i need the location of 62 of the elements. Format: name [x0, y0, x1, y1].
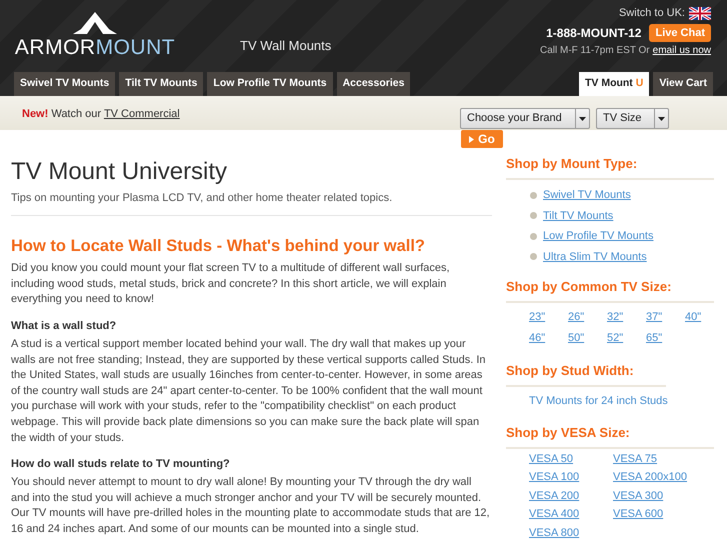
nav-tab[interactable]: TV Mount U: [578, 72, 650, 96]
tv-size-link[interactable]: 52": [607, 330, 624, 346]
section-heading: Shop by Mount Type:: [506, 156, 638, 171]
section-heading: Shop by Common TV Size:: [506, 279, 672, 294]
bullet-icon: [530, 232, 537, 240]
mount-type-link[interactable]: Tilt TV Mounts: [543, 208, 614, 224]
vesa-size-link[interactable]: VESA 200x100: [613, 469, 688, 486]
vesa-size-link[interactable]: VESA 400: [529, 506, 580, 522]
tv-size-link[interactable]: 37": [646, 309, 662, 326]
mount-type-link[interactable]: Ultra Slim TV Mounts: [543, 248, 647, 265]
vesa-size-link[interactable]: VESA 300: [613, 488, 664, 504]
vesa-size-link[interactable]: VESA 800: [529, 524, 580, 541]
section-heading: Shop by Stud Width:: [506, 363, 634, 378]
switch-region-label: Switch to UK:: [618, 6, 685, 21]
tv-size-link[interactable]: 46": [529, 330, 546, 346]
hours-text: Call M-F 11-7pm EST Or: [540, 44, 650, 58]
flag-icon: [689, 6, 711, 20]
vesa-size-link[interactable]: VESA 50: [529, 450, 574, 467]
play-icon: [469, 136, 474, 142]
tv-size-link[interactable]: 65": [646, 330, 662, 346]
answer-paragraph: A stud is a vertical support member located behind your wall. The dry wall that makes up your walls are not free standing; Instead, they are supported by these vertical supports called Studs. In the United States, wall studs are usually 16inches from center-to-center. However, in some areas of the country wall studs are 24" apart center-to-center. To be 100% confident that the wall mount you purchase will work with your studs, refer to the "compatibility checklist" on each product webpage. This will provide back plate dimensions so you can make sure the back plate will span the width of your studs.: [11, 337, 486, 446]
commercial-link[interactable]: TV Commercial: [104, 108, 180, 120]
tv-size-select[interactable]: TV Size: [596, 108, 669, 129]
logo-wordmark: ARMORMOUNT: [14, 36, 176, 60]
tv-size-link[interactable]: 26": [568, 309, 584, 326]
go-button[interactable]: Go: [461, 130, 503, 148]
bullet-icon: [530, 253, 537, 260]
caret-icon: [579, 116, 586, 120]
brand-select[interactable]: Choose your Brand: [460, 108, 590, 129]
nav-tab[interactable]: Low Profile TV Mounts: [207, 72, 333, 96]
vesa-size-link[interactable]: VESA 100: [529, 469, 580, 486]
vesa-size-link[interactable]: VESA 600: [613, 506, 664, 522]
email-link[interactable]: email us now: [652, 43, 711, 58]
phone-number: 1-888-MOUNT-12: [546, 24, 642, 42]
tv-size-link[interactable]: 23": [529, 309, 546, 326]
promo-text: New! Watch our TV Commercial: [22, 107, 180, 122]
mount-type-link[interactable]: Swivel TV Mounts: [543, 187, 631, 204]
nav-tab[interactable]: Tilt TV Mounts: [119, 72, 204, 96]
caret-icon: [658, 116, 665, 120]
bullet-icon: [530, 192, 537, 199]
tv-size-link[interactable]: 32": [607, 309, 624, 326]
stud-width-link[interactable]: TV Mounts for 24 inch Studs: [506, 393, 724, 410]
nav-tab[interactable]: Accessories: [336, 72, 410, 96]
intro-paragraph: Did you know you could mount your flat screen TV to a multitude of different wall surfaces, including wood studs, metal studs, brick and concrete? In this short article, we will explain everything you need to know!: [11, 261, 451, 308]
logo-mountain-icon: [73, 12, 117, 34]
vesa-size-link[interactable]: VESA 200: [529, 488, 580, 504]
tagline: TV Wall Mounts: [240, 38, 332, 53]
section-heading: Shop by VESA Size:: [506, 424, 630, 440]
article-heading: How to Locate Wall Studs - What's behind your wall?: [11, 236, 426, 256]
question-heading: How do wall studs relate to TV mounting?: [11, 458, 230, 470]
page-title: TV Mount University: [11, 158, 228, 186]
vesa-size-link[interactable]: VESA 75: [613, 450, 658, 467]
nav-tab[interactable]: Swivel TV Mounts: [14, 72, 116, 96]
nav-tab[interactable]: View Cart: [653, 72, 713, 96]
mount-type-link[interactable]: Low Profile TV Mounts: [543, 228, 654, 244]
question-heading: What is a wall stud?: [11, 320, 116, 332]
live-chat-button[interactable]: Live Chat: [649, 24, 711, 42]
bullet-icon: [530, 212, 537, 220]
page-subtitle: Tips on mounting your Plasma LCD TV, and other home theater related topics.: [11, 191, 394, 206]
answer-paragraph: You should never attempt to mount to dry wall alone! By mounting your TV through the dry wall and into the stud you will achieve a much stronger anchor and your TV will be securely mounted. Our TV mounts will have pre-drilled holes in the mounting plate to accommodate studs that are 12, 16 and 24 inches apart. And some of our mounts can be mounted into a single stud.: [11, 475, 491, 537]
tv-size-link[interactable]: 50": [568, 330, 584, 346]
tv-size-link[interactable]: 40": [685, 309, 702, 326]
